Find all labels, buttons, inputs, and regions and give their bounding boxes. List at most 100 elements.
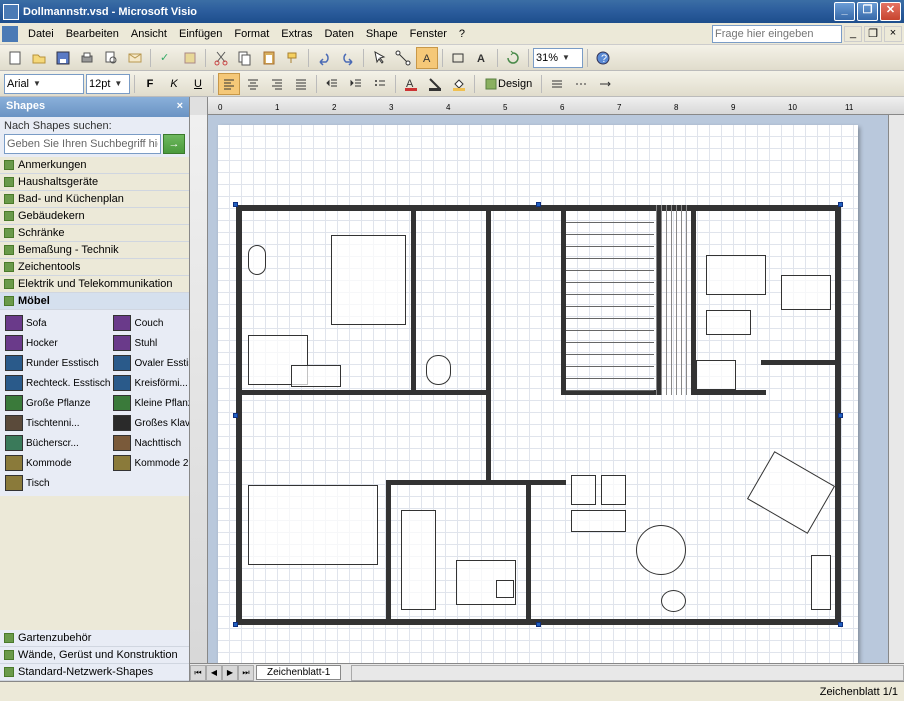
- line-color-button[interactable]: [424, 73, 446, 95]
- increase-indent-button[interactable]: [345, 73, 367, 95]
- spell-check-button[interactable]: ✓: [155, 47, 177, 69]
- shape-item[interactable]: Rechteck. Esstisch: [4, 374, 111, 392]
- stencil-item[interactable]: Wände, Gerüst und Konstruktion: [0, 647, 189, 664]
- stencil-item[interactable]: Standard-Netzwerk-Shapes: [0, 664, 189, 681]
- format-painter-button[interactable]: [282, 47, 304, 69]
- copy-button[interactable]: [234, 47, 256, 69]
- drawing-surface[interactable]: [208, 115, 888, 663]
- open-button[interactable]: [28, 47, 50, 69]
- stencil-item[interactable]: Elektrik und Telekommunikation: [0, 276, 189, 293]
- stencil-item[interactable]: Gebäudekern: [0, 208, 189, 225]
- font-size-combo[interactable]: 12pt▼: [86, 74, 130, 94]
- shape-item[interactable]: Kreisförmi... Tisch: [112, 374, 189, 392]
- fill-color-button[interactable]: [448, 73, 470, 95]
- doc-close-button[interactable]: ×: [884, 26, 902, 42]
- shape-item[interactable]: Runder Esstisch: [4, 354, 111, 372]
- stencil-item[interactable]: Gartenzubehör: [0, 630, 189, 647]
- stencil-item[interactable]: Bemaßung - Technik: [0, 242, 189, 259]
- stencil-item[interactable]: Zeichentools: [0, 259, 189, 276]
- font-color-button[interactable]: A: [400, 73, 422, 95]
- line-ends-button[interactable]: [594, 73, 616, 95]
- shape-item[interactable]: Kleine Pflanze: [112, 394, 189, 412]
- text-tool-button[interactable]: A: [416, 47, 438, 69]
- menu-einfuegen[interactable]: Einfügen: [173, 26, 228, 42]
- stencil-item[interactable]: Haushaltsgeräte: [0, 174, 189, 191]
- shape-item[interactable]: Hocker: [4, 334, 111, 352]
- menu-ansicht[interactable]: Ansicht: [125, 26, 173, 42]
- menu-help[interactable]: ?: [453, 26, 471, 42]
- shape-item[interactable]: Ovaler Esstisch: [112, 354, 189, 372]
- menu-daten[interactable]: Daten: [318, 26, 359, 42]
- help-question-input[interactable]: [712, 25, 842, 43]
- cut-button[interactable]: [210, 47, 232, 69]
- shape-item[interactable]: Kommode 2 Schubl.: [112, 454, 189, 472]
- floorplan[interactable]: [236, 205, 841, 625]
- shape-search-input[interactable]: [4, 134, 161, 154]
- shape-item[interactable]: Großes Klavier: [112, 414, 189, 432]
- maximize-button[interactable]: ❐: [857, 2, 878, 21]
- shape-item[interactable]: Stuhl: [112, 334, 189, 352]
- redo-button[interactable]: [337, 47, 359, 69]
- tab-first-button[interactable]: ⏮: [190, 665, 206, 681]
- connector-tool-button[interactable]: [392, 47, 414, 69]
- doc-restore-button[interactable]: ❐: [864, 26, 882, 42]
- shape-item[interactable]: Nachttisch: [112, 434, 189, 452]
- email-button[interactable]: [124, 47, 146, 69]
- pointer-tool-button[interactable]: [368, 47, 390, 69]
- new-button[interactable]: [4, 47, 26, 69]
- minimize-button[interactable]: _: [834, 2, 855, 21]
- shape-search-button[interactable]: →: [163, 134, 185, 154]
- shape-item[interactable]: Tisch: [4, 474, 111, 492]
- tab-next-button[interactable]: ▶: [222, 665, 238, 681]
- shape-item[interactable]: Große Pflanze: [4, 394, 111, 412]
- align-justify-button[interactable]: [290, 73, 312, 95]
- stencil-item[interactable]: Möbel: [0, 293, 189, 310]
- shapes-panel-close-button[interactable]: ×: [177, 100, 183, 114]
- paste-button[interactable]: [258, 47, 280, 69]
- rectangle-tool-button[interactable]: [447, 47, 469, 69]
- stencil-item[interactable]: Bad- und Küchenplan: [0, 191, 189, 208]
- rotate-button[interactable]: [502, 47, 524, 69]
- bullets-button[interactable]: [369, 73, 391, 95]
- shape-item[interactable]: Tischtenni...: [4, 414, 111, 432]
- zoom-combo[interactable]: 31%▼: [533, 48, 583, 68]
- close-button[interactable]: ✕: [880, 2, 901, 21]
- font-combo[interactable]: Arial▼: [4, 74, 84, 94]
- shape-item[interactable]: Bücherscr...: [4, 434, 111, 452]
- underline-button[interactable]: U: [187, 73, 209, 95]
- doc-minimize-button[interactable]: _: [844, 26, 862, 42]
- save-button[interactable]: [52, 47, 74, 69]
- line-weight-button[interactable]: [546, 73, 568, 95]
- design-button[interactable]: Design: [479, 73, 537, 95]
- menu-fenster[interactable]: Fenster: [404, 26, 453, 42]
- shape-item[interactable]: Kommode: [4, 454, 111, 472]
- italic-button[interactable]: K: [163, 73, 185, 95]
- shape-item[interactable]: Couch: [112, 314, 189, 332]
- print-preview-button[interactable]: [100, 47, 122, 69]
- menu-datei[interactable]: Datei: [22, 26, 60, 42]
- shape-item[interactable]: Sofa: [4, 314, 111, 332]
- undo-button[interactable]: [313, 47, 335, 69]
- horizontal-scrollbar[interactable]: [351, 665, 904, 681]
- tab-last-button[interactable]: ⏭: [238, 665, 254, 681]
- line-pattern-button[interactable]: [570, 73, 592, 95]
- menu-extras[interactable]: Extras: [275, 26, 318, 42]
- menu-bearbeiten[interactable]: Bearbeiten: [60, 26, 125, 42]
- align-left-button[interactable]: [218, 73, 240, 95]
- help-button[interactable]: ?: [592, 47, 614, 69]
- decrease-indent-button[interactable]: [321, 73, 343, 95]
- stencil-item[interactable]: Anmerkungen: [0, 157, 189, 174]
- vertical-scrollbar[interactable]: [888, 115, 904, 663]
- drawing-page[interactable]: [218, 125, 858, 663]
- bold-button[interactable]: F: [139, 73, 161, 95]
- align-center-button[interactable]: [242, 73, 264, 95]
- stencil-item[interactable]: Schränke: [0, 225, 189, 242]
- tab-prev-button[interactable]: ◀: [206, 665, 222, 681]
- menu-format[interactable]: Format: [228, 26, 275, 42]
- align-right-button[interactable]: [266, 73, 288, 95]
- research-button[interactable]: [179, 47, 201, 69]
- text-button[interactable]: A: [471, 47, 493, 69]
- page-tab[interactable]: Zeichenblatt-1: [256, 665, 341, 680]
- menu-shape[interactable]: Shape: [360, 26, 404, 42]
- print-button[interactable]: [76, 47, 98, 69]
